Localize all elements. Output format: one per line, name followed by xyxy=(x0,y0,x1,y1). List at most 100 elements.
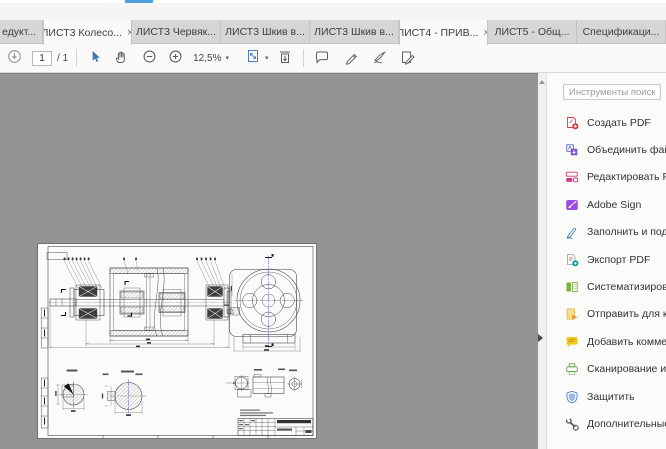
zoom-level-value: 12,5% xyxy=(193,53,221,64)
tool-item-scan-ocr[interactable]: Сканирование и р xyxy=(547,356,666,383)
tool-item-fill-and-sign[interactable]: Заполнить и подп xyxy=(547,219,666,246)
tool-item-protect[interactable]: Защитить xyxy=(547,383,666,410)
tool-item-label: Создать PDF xyxy=(587,117,651,129)
zoom-level-dropdown[interactable]: 12,5% ▾ xyxy=(193,53,229,64)
tab-label: ЛИСТ3 Шкив в... xyxy=(314,26,394,38)
engineering-drawing xyxy=(38,244,316,438)
send-for-comments-icon xyxy=(565,307,579,321)
page-fit-dropdown[interactable]: ▾ xyxy=(245,48,269,69)
end-view xyxy=(225,254,304,352)
tool-item-label: Объединить файл xyxy=(587,144,666,156)
zoom-in-button[interactable] xyxy=(165,47,185,69)
highlight-tool-button[interactable] xyxy=(342,47,362,69)
organize-pages-icon xyxy=(565,280,579,294)
download-button[interactable] xyxy=(4,47,24,69)
comment-bubble-icon xyxy=(314,49,330,68)
tab-list3-shkiv-2[interactable]: ЛИСТ3 Шкив в... xyxy=(310,20,399,43)
tab-list5-obshch[interactable]: ЛИСТ5 - Общ... xyxy=(488,20,577,43)
title-block xyxy=(238,410,313,436)
chevron-down-icon: ▾ xyxy=(225,54,229,62)
tab-list3-chervyak[interactable]: ЛИСТ3 Червяк... xyxy=(132,20,221,43)
tool-item-adobe-sign[interactable]: Adobe Sign xyxy=(547,191,666,218)
tab-label: ЛИСТ5 - Общ... xyxy=(495,26,570,38)
detail-section-b xyxy=(102,371,147,416)
select-tool-button[interactable] xyxy=(85,47,105,69)
tab-label: едукт... xyxy=(2,26,36,38)
tool-item-label: Заполнить и подп xyxy=(587,226,666,238)
main-assembly-view xyxy=(49,258,231,348)
tool-item-label: Дополнительные xyxy=(587,418,666,430)
tool-item-label: Добавить коммен xyxy=(587,336,666,348)
document-area[interactable] xyxy=(0,73,538,449)
tool-item-add-comment[interactable]: Добавить коммен xyxy=(547,328,666,355)
tool-item-label: Защитить xyxy=(587,391,635,403)
scroll-mode-button[interactable] xyxy=(275,47,295,69)
tool-item-combine-files[interactable]: Объединить файл xyxy=(547,136,666,163)
tab-close-button[interactable]: × xyxy=(127,28,132,38)
tool-item-edit-pdf[interactable]: Редактировать PD xyxy=(547,164,666,191)
page-count-label: / 1 xyxy=(57,53,68,64)
chevron-down-icon: ▾ xyxy=(265,54,269,62)
sign-tool-button[interactable] xyxy=(370,47,390,69)
combine-files-icon xyxy=(565,143,579,157)
tool-item-label: Редактировать PD xyxy=(587,171,666,183)
tools-list: Создать PDF Объединить файл Редактироват… xyxy=(547,109,666,438)
page-number-input[interactable] xyxy=(32,51,52,66)
toolbar-separator xyxy=(76,49,77,67)
tool-item-label: Экспорт PDF xyxy=(587,254,650,266)
signature-pen-icon xyxy=(372,49,388,68)
adobe-sign-icon xyxy=(565,198,579,212)
hand-icon xyxy=(113,49,129,68)
tool-item-more-tools[interactable]: Дополнительные xyxy=(547,410,666,437)
pencil-icon xyxy=(344,49,360,68)
tab-label: ЛИСТ3 Шкив в... xyxy=(225,26,305,38)
cursor-arrow-icon xyxy=(88,49,103,67)
zoom-out-icon xyxy=(142,49,157,67)
continuous-scroll-icon xyxy=(277,49,293,68)
edit-pdf-icon xyxy=(565,170,579,184)
tool-item-send-for-comments[interactable]: Отправить для ко xyxy=(547,301,666,328)
tab-list3-shkiv-1[interactable]: ЛИСТ3 Шкив в... xyxy=(221,20,310,43)
tool-item-create-pdf[interactable]: Создать PDF xyxy=(547,109,666,136)
fill-sign-tool-button[interactable] xyxy=(398,47,418,69)
zoom-in-icon xyxy=(168,49,183,67)
download-icon xyxy=(7,49,22,67)
document-tab-bar: едукт... ЛИСТ3 Колесо... × ЛИСТ3 Червяк.… xyxy=(0,20,666,44)
detail-section-a xyxy=(55,370,88,412)
tool-item-organize-pages[interactable]: Систематизирова xyxy=(547,273,666,300)
acrobat-window: едукт... ЛИСТ3 Колесо... × ЛИСТ3 Червяк.… xyxy=(0,0,666,449)
pdf-page xyxy=(38,244,316,438)
panel-collapse-arrow[interactable] xyxy=(538,334,543,342)
tool-item-label: Систематизирова xyxy=(587,281,666,293)
tab-label: ЛИСТ4 - ПРИВ... xyxy=(399,27,478,39)
chevron-up-icon[interactable] xyxy=(539,80,545,84)
tool-item-label: Отправить для ко xyxy=(587,308,666,320)
page-fit-icon xyxy=(245,48,261,69)
tools-search-input[interactable] xyxy=(563,84,661,100)
tab-specifikacii[interactable]: Спецификаци... xyxy=(577,20,666,43)
hand-tool-button[interactable] xyxy=(111,47,131,69)
tab-close-button[interactable]: × xyxy=(483,28,488,38)
title-bar-band xyxy=(0,3,666,20)
protect-icon xyxy=(565,390,579,404)
comment-tool-button[interactable] xyxy=(312,47,332,69)
tool-item-export-pdf[interactable]: Экспорт PDF xyxy=(547,246,666,273)
tools-panel: Создать PDF Объединить файл Редактироват… xyxy=(546,73,666,449)
detail-shaft-view xyxy=(226,369,302,398)
tab-label: Спецификаци... xyxy=(583,26,660,38)
tool-item-label: Сканирование и р xyxy=(587,363,666,375)
document-scrollbar[interactable] xyxy=(538,73,546,449)
toolbar-separator xyxy=(303,49,304,67)
export-pdf-icon xyxy=(565,253,579,267)
tab-redukt[interactable]: едукт... xyxy=(0,20,43,43)
create-pdf-icon xyxy=(565,116,579,130)
tool-item-label: Adobe Sign xyxy=(587,199,641,211)
zoom-out-button[interactable] xyxy=(139,47,159,69)
add-comment-icon xyxy=(565,335,579,349)
tab-list4-privod[interactable]: ЛИСТ4 - ПРИВ... × xyxy=(399,20,488,45)
tab-list3-koleso[interactable]: ЛИСТ3 Колесо... × xyxy=(43,20,132,45)
fill-and-sign-icon xyxy=(565,225,579,239)
more-tools-icon xyxy=(565,417,579,431)
tab-label: ЛИСТ3 Колесо... xyxy=(43,27,122,39)
scan-ocr-icon xyxy=(565,362,579,376)
